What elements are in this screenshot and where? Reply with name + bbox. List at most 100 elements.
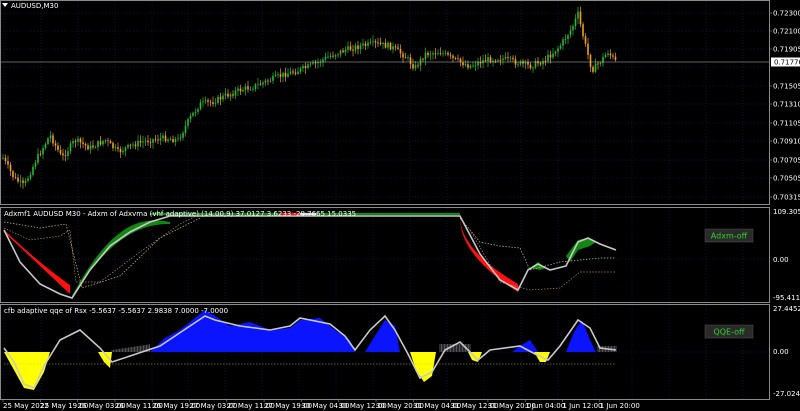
price-tick-label: 0.70910 [773,138,800,146]
candle-body [407,57,409,59]
candle-body [124,147,127,151]
candle-body [589,54,592,67]
qqe-off-button[interactable]: QQE-off [704,324,754,339]
candle-body [592,66,594,72]
candle-body [612,55,614,57]
candle-body [402,53,404,58]
candle-body [24,180,27,183]
candle-body [232,94,234,96]
candle-body [132,144,134,146]
candle-body [14,177,17,178]
candle-body [337,54,339,56]
candle-body [349,46,352,50]
candle-body [259,83,262,85]
candle-body [339,50,342,55]
candle-body [539,63,542,65]
candle-body [159,138,162,141]
candle-body [377,42,379,44]
candle-body [44,143,47,149]
candle-body [119,149,122,153]
candle-body [129,144,132,146]
qqe-indicator[interactable] [3,310,617,390]
candle-body [552,53,554,58]
adxm-off-button-label: Adxm-off [711,232,748,241]
candle-body [532,67,534,69]
candle-body [484,60,487,62]
chart-canvas[interactable]: AUDUSD,M30 Adxmf1 AUDUSD M30 - Adxm of A… [0,0,800,411]
candle-body [47,138,49,144]
candle-body [494,60,497,62]
adxm-axis-bottom: -95.4114 [773,294,800,302]
candle-body [204,100,207,102]
price-axis[interactable]: 0.72300 0.72100 0.71905 0.71505 0.71310 0.711… [769,10,800,202]
dropdown-arrow-icon[interactable] [2,3,8,7]
candle-body [89,145,92,150]
candle-body [372,41,374,43]
candle-body [557,48,559,52]
candle-body [184,125,187,133]
candle-body [4,157,7,162]
candle-body [449,54,452,56]
candle-body [264,80,267,83]
candle-body [502,58,504,61]
candle-body [599,62,602,64]
candle-body [279,74,282,77]
candle-body [442,53,444,55]
candle-body [227,93,229,97]
candle-body [239,88,242,92]
time-axis[interactable]: 25 May 202225 May 19:0026 May 03:0026 Ma… [2,399,640,410]
adxm-off-button[interactable]: Adxm-off [704,228,754,243]
candle-body [59,150,62,154]
candle-body [384,42,387,48]
candle-body [334,55,337,57]
candle-body [79,138,82,143]
candle-body [269,80,272,82]
candle-body [32,166,34,175]
candle-body [262,82,264,85]
candle-body [434,53,437,55]
candle-body [554,51,557,54]
candle-body [274,74,277,76]
candle-body [544,60,547,62]
candle-body [282,72,284,77]
candle-body [102,141,104,145]
candle-body [327,56,329,58]
price-tick-label: 0.71105 [773,120,800,128]
candle-body [294,72,297,74]
qqe-axis-bottom: -27.0243 [773,390,800,398]
candle-body [499,60,502,61]
candle-body [359,45,362,49]
candle-body [237,88,239,91]
candle-body [569,30,572,36]
candle-body [37,153,39,163]
candle-body [72,141,74,144]
qqe-axis-zero: 0.00 [773,348,789,356]
candle-body [267,80,269,82]
candle-body [409,57,412,65]
candle-body [472,65,474,67]
price-tick-label: 0.70315 [773,194,800,202]
candle-body [529,64,532,69]
candle-body [39,153,42,155]
candle-body [469,65,472,68]
candle-body [254,84,257,89]
candle-body [94,147,97,148]
candle-body [414,65,417,69]
candle-body [614,56,617,60]
adxm-indicator[interactable] [3,212,617,299]
candle-body [64,155,67,157]
qqe-axis-top: 27.4452 [773,305,800,313]
candle-body [512,57,514,60]
candle-body [429,54,432,56]
price-candles[interactable] [2,6,617,189]
time-tick-label: 1 Jun 20:00 [600,402,640,410]
candle-body [437,53,439,55]
candle-body [509,57,512,59]
candle-body [219,96,222,100]
candle-body [342,50,344,53]
candle-body [422,58,424,60]
candle-body [432,53,434,55]
candle-body [497,60,499,62]
candle-body [369,42,372,43]
current-price-tag: 0.71776 [771,57,800,67]
